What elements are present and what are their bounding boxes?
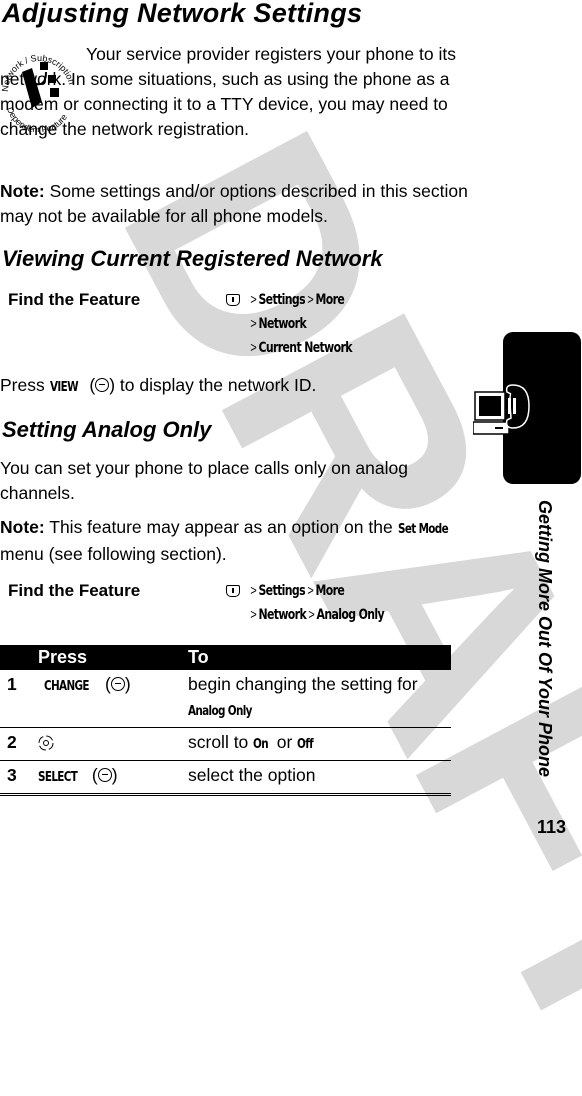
menu-item-more: More [315, 292, 345, 308]
menu-item-current-network: Current Network [258, 340, 352, 356]
menu-path-2: > Settings > More > Network > Analog Only [250, 582, 385, 623]
col-header-press: Press [38, 645, 188, 670]
intro-paragraph: Your service provider registers your pho… [0, 44, 456, 139]
instructions-table: Press To 1 CHANGE () begin changing the … [0, 645, 451, 796]
menu-item-settings: Settings [258, 583, 306, 599]
section-heading-analog-only: Setting Analog Only [2, 417, 212, 442]
computer-phone-icon [473, 384, 530, 435]
table-header: Press To [0, 645, 451, 670]
table-row: 1 CHANGE () begin changing the setting f… [0, 670, 451, 728]
page-title: Adjusting Network Settings [2, 0, 363, 28]
find-feature-label-2: Find the Feature [8, 581, 141, 600]
menu-path: > Settings > More > Network > Current Network [250, 291, 352, 356]
soft-key-icon [95, 378, 110, 392]
press-view-instruction: Press VIEW () to display the network ID. [0, 375, 317, 395]
menu-key-icon [226, 294, 240, 306]
menu-item-more: More [315, 583, 345, 599]
section-heading-viewing-network: Viewing Current Registered Network [2, 246, 383, 271]
menu-item-analog-only: Analog Only [316, 607, 385, 623]
note-paragraph: Note: Some settings and/or options descr… [0, 181, 468, 226]
menu-item-settings: Settings [258, 292, 306, 308]
page-number: 113 [537, 817, 567, 837]
analog-paragraph: You can set your phone to place calls on… [0, 458, 408, 503]
table-row: 2 scroll to On or Off [0, 727, 451, 761]
soft-key-icon [110, 677, 125, 691]
analog-note: Note: This feature may appear as an opti… [0, 517, 448, 564]
find-feature-label: Find the Feature [8, 290, 141, 309]
nav-key-icon [38, 735, 54, 751]
chapter-title: Getting More Out Of Your Phone [535, 500, 555, 777]
menu-item-network: Network [258, 316, 307, 332]
table-row: 3 SELECT () select the option [0, 760, 451, 796]
menu-item-network: Network [258, 607, 307, 623]
col-header-to: To [188, 645, 451, 670]
soft-key-icon [97, 768, 112, 782]
menu-key-icon [226, 585, 240, 597]
